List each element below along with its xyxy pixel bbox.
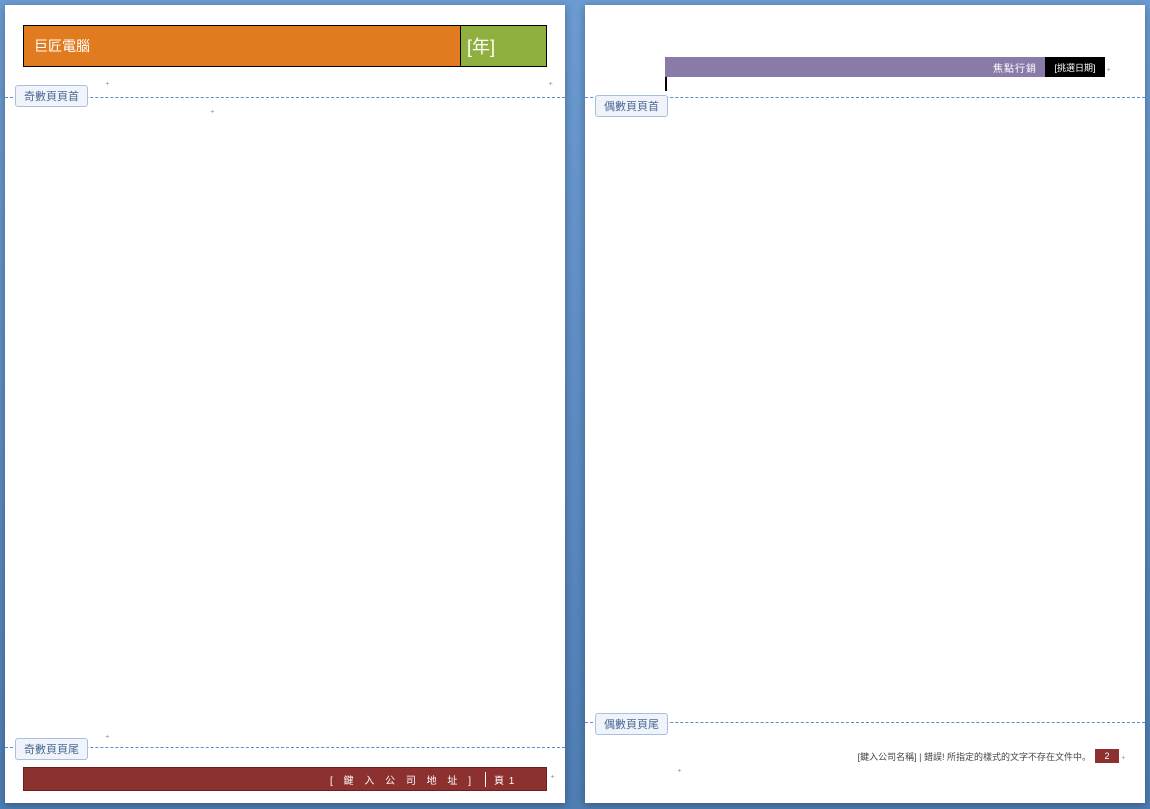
header-boundary-line: [585, 97, 1145, 98]
even-footer-zone[interactable]: [鍵入公司名稱] | 錯誤! 所指定的樣式的文字不存在文件中。 2 ₊: [665, 749, 1127, 763]
footer-boundary-line: [5, 747, 565, 748]
document-workspace: 巨匠電腦 [年] ₊ ₊ ₊ ₊ 奇數頁頁首 奇數頁頁尾 [ 鍵 入 公 司 地…: [0, 0, 1150, 809]
even-banner-label[interactable]: 焦點行銷: [665, 57, 1045, 77]
even-footer-text[interactable]: [鍵入公司名稱] | 錯誤! 所指定的樣式的文字不存在文件中。: [665, 750, 1095, 763]
even-footer-page: 2: [1095, 749, 1119, 763]
odd-footer-banner[interactable]: [ 鍵 入 公 司 地 址 ] 頁 1: [23, 767, 547, 791]
paragraph-mark: ₊: [677, 764, 682, 775]
odd-header-tag: 奇數頁頁首: [15, 85, 88, 107]
header-boundary-line: [5, 97, 565, 98]
even-header-tag: 偶數頁頁首: [595, 95, 668, 117]
odd-footer-address[interactable]: [ 鍵 入 公 司 地 址 ]: [24, 772, 486, 787]
paragraph-mark: ₊: [105, 730, 110, 741]
odd-footer-tag: 奇數頁頁尾: [15, 738, 88, 760]
paragraph-mark: ₊: [105, 77, 110, 88]
paragraph-mark: ₊: [550, 770, 555, 781]
even-header-banner[interactable]: 焦點行銷 [挑選日期]: [665, 57, 1105, 77]
page-odd[interactable]: 巨匠電腦 [年] ₊ ₊ ₊ ₊ 奇數頁頁首 奇數頁頁尾 [ 鍵 入 公 司 地…: [5, 5, 565, 803]
paragraph-mark: ₊: [1119, 751, 1127, 762]
odd-footer-page: 頁 1: [486, 772, 546, 787]
odd-banner-title[interactable]: 巨匠電腦: [24, 26, 461, 66]
even-footer-tag: 偶數頁頁尾: [595, 713, 668, 735]
odd-banner-year[interactable]: [年]: [461, 26, 546, 66]
footer-boundary-line: [585, 722, 1145, 723]
paragraph-mark: ₊: [548, 77, 553, 88]
odd-footer-zone[interactable]: [ 鍵 入 公 司 地 址 ] 頁 1: [23, 767, 547, 791]
even-banner-date[interactable]: [挑選日期]: [1045, 57, 1105, 77]
odd-header-zone[interactable]: 巨匠電腦 [年]: [5, 5, 565, 67]
page-even[interactable]: 焦點行銷 [挑選日期] ₊ 偶數頁頁首 偶數頁頁尾 [鍵入公司名稱] | 錯誤!…: [585, 5, 1145, 803]
even-header-zone[interactable]: 焦點行銷 [挑選日期]: [665, 57, 1105, 77]
paragraph-mark: ₊: [1106, 63, 1111, 74]
paragraph-mark: ₊: [210, 105, 215, 116]
text-cursor: [665, 77, 667, 91]
odd-header-banner[interactable]: 巨匠電腦 [年]: [23, 25, 547, 67]
